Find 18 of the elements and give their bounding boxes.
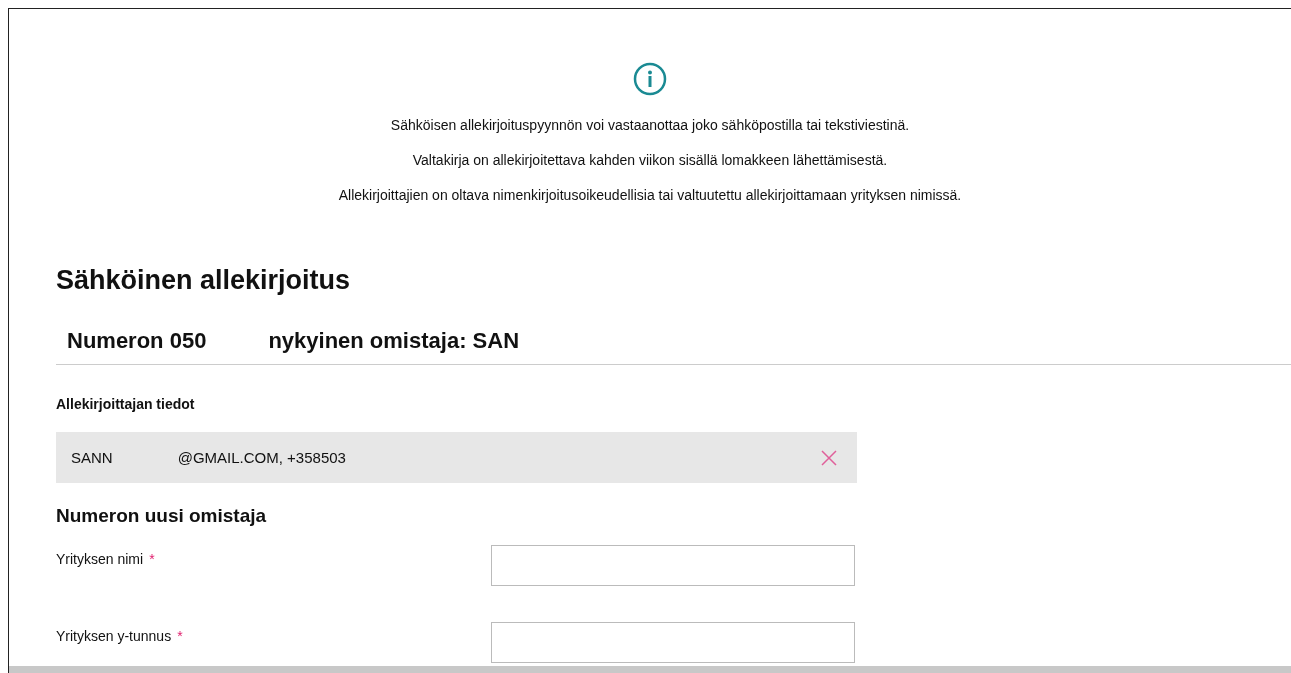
required-mark: *	[177, 628, 183, 644]
input-field[interactable]	[491, 545, 855, 586]
owner-heading: Numeron 050	[67, 328, 207, 354]
field-label: Yrityksen nimi	[56, 551, 144, 567]
info-text: Sähköisen allekirjoituspyynnön voi vastaanottaa joko sähköpostilla tai tekstiviestinä.	[390, 116, 910, 134]
page-title: Sähköinen allekirjoitus	[56, 265, 352, 296]
field-label: Yrityksen y-tunnus	[56, 628, 172, 644]
required-mark: *	[149, 551, 155, 567]
section-label: Allekirjoittajan tiedot	[56, 396, 196, 412]
close-icon[interactable]	[821, 449, 837, 466]
section-heading: Numeron uusi omistaja	[56, 505, 268, 527]
owner-heading: nykyinen omistaja: SAN	[268, 328, 520, 354]
info-text: Valtakirja on allekirjoitettava kahden viikon sisällä lomakkeen lähettämisestä.	[412, 151, 888, 169]
signer-text: @GMAIL.COM, +358503	[177, 449, 346, 466]
info-text: Allekirjoittajien on oltava nimenkirjoitusoikeudellisia tai valtuutettu allekirjoittamaan yrityksen nimissä.	[338, 186, 962, 204]
signer-text: SANN	[71, 449, 113, 466]
info-icon	[633, 62, 667, 96]
input-field[interactable]	[491, 622, 855, 663]
